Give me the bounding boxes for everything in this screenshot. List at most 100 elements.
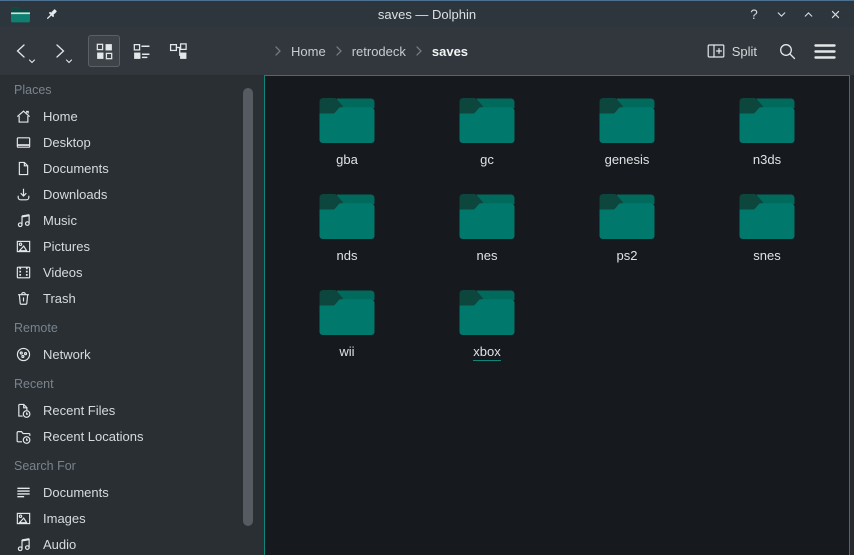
breadcrumb-item[interactable]: saves [432,44,468,59]
sidebar-item-audio[interactable]: Audio [0,531,264,555]
folder-item-nes[interactable]: nes [417,181,557,277]
sidebar-item-label: Home [43,109,78,124]
sidebar-item-icon [15,160,32,177]
maximize-button[interactable] [799,5,817,23]
sidebar-scrollbar[interactable] [243,88,253,526]
folder-icon [457,286,517,336]
sidebar-item-icon [15,402,32,419]
sidebar-item-downloads[interactable]: Downloads [0,181,264,207]
breadcrumb-item[interactable]: retrodeck [352,44,406,59]
sidebar-item-icon [15,108,32,125]
sidebar-item-images[interactable]: Images [0,505,264,531]
search-icon [778,42,797,61]
sidebar-item-icon [15,264,32,281]
sidebar-item-label: Desktop [43,135,91,150]
sidebar-item-network[interactable]: Network [0,341,264,367]
folder-icon [317,190,377,240]
sidebar-item-videos[interactable]: Videos [0,259,264,285]
split-view-icon [707,43,725,59]
window-title: saves — Dolphin [0,7,854,22]
sidebar-item-documents[interactable]: Documents [0,155,264,181]
folder-label: gba [336,152,358,167]
sidebar-item-recent-locations[interactable]: Recent Locations [0,423,264,449]
folder-view[interactable]: gba gc genesis n3ds nds nes ps2 snes wii… [264,75,850,555]
breadcrumb-separator-icon [335,45,343,57]
folder-icon [597,94,657,144]
sidebar-item-icon [15,212,32,229]
folder-item-wii[interactable]: wii [277,277,417,373]
sidebar-item-icon [15,346,32,363]
sidebar-item-icon [15,428,32,445]
sidebar-item-label: Network [43,347,91,362]
sidebar-item-label: Recent Locations [43,429,143,444]
sidebar-section: Remote Network [0,315,264,367]
sidebar-item-icon [15,510,32,527]
sidebar-section: Recent Recent Files Recent Locations [0,371,264,449]
folder-label: nds [337,248,358,263]
minimize-button[interactable] [772,5,790,23]
tree-view-button[interactable] [162,35,194,67]
breadcrumb-separator-icon [274,45,282,57]
search-button[interactable] [770,35,804,67]
sidebar-item-label: Documents [43,485,109,500]
sidebar-item-music[interactable]: Music [0,207,264,233]
sidebar-item-icon [15,290,32,307]
close-button[interactable] [826,5,844,23]
sidebar-item-home[interactable]: Home [0,103,264,129]
details-view-button[interactable] [125,35,157,67]
sidebar-item-label: Documents [43,161,109,176]
sidebar-item-icon [15,186,32,203]
breadcrumb: Home retrodeck saves [274,44,468,59]
section-items: Documents Images Audio [0,479,264,555]
folder-item-n3ds[interactable]: n3ds [697,85,837,181]
sidebar-item-label: Recent Files [43,403,115,418]
section-items: Recent Files Recent Locations [0,397,264,449]
sidebar-item-trash[interactable]: Trash [0,285,264,311]
sidebar-item-recent-files[interactable]: Recent Files [0,397,264,423]
tree-view-icon [169,42,188,61]
folder-item-genesis[interactable]: genesis [557,85,697,181]
folder-label: snes [753,248,780,263]
sidebar-item-label: Music [43,213,77,228]
dolphin-window: saves — Dolphin ? [0,0,854,555]
details-view-icon [132,42,151,61]
split-button[interactable]: Split [698,35,766,67]
help-button[interactable]: ? [745,5,763,23]
folder-label: nes [477,248,498,263]
folder-item-snes[interactable]: snes [697,181,837,277]
sidebar-item-icon [15,134,32,151]
sidebar-item-label: Images [43,511,86,526]
forward-button[interactable] [44,35,74,67]
arrow-left-icon [12,41,32,61]
sidebar-item-desktop[interactable]: Desktop [0,129,264,155]
caret-down-icon [65,59,73,64]
section-title: Search For [0,453,264,479]
titlebar: saves — Dolphin ? [0,1,854,27]
folder-label: gc [480,152,494,167]
folder-icon [457,94,517,144]
breadcrumb-item[interactable]: Home [291,44,326,59]
folder-label: n3ds [753,152,781,167]
sidebar-item-label: Videos [43,265,83,280]
icons-view-button[interactable] [88,35,120,67]
folder-item-xbox[interactable]: xbox [417,277,557,373]
folder-item-gba[interactable]: gba [277,85,417,181]
folder-label: xbox [473,344,500,361]
section-items: Home Desktop Documents Downloads Music P… [0,103,264,311]
sidebar-item-icon [15,536,32,553]
window-controls: ? [745,5,844,23]
sidebar-item-documents[interactable]: Documents [0,479,264,505]
folder-item-ps2[interactable]: ps2 [557,181,697,277]
back-button[interactable] [7,35,37,67]
arrow-right-icon [49,41,69,61]
pin-icon[interactable] [44,7,59,22]
chevron-up-icon [802,8,815,21]
sidebar-item-pictures[interactable]: Pictures [0,233,264,259]
sidebar-item-label: Trash [43,291,76,306]
folder-icon [317,286,377,336]
folder-item-nds[interactable]: nds [277,181,417,277]
split-button-label: Split [732,44,757,59]
icons-view-icon [95,42,114,61]
hamburger-menu-button[interactable] [808,35,842,67]
folder-item-gc[interactable]: gc [417,85,557,181]
